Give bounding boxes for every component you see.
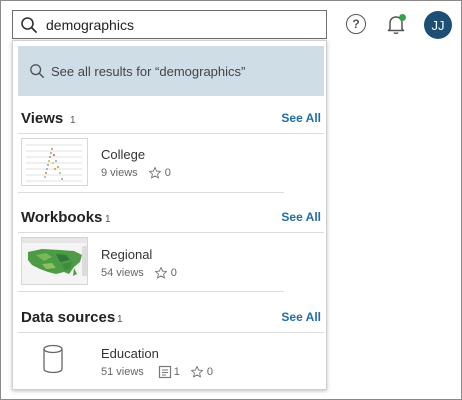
item-separator	[18, 192, 284, 193]
item-title: Education	[101, 346, 159, 361]
result-item-education[interactable]: Education 51 views 1 0	[13, 334, 328, 392]
workbooks-see-all-link[interactable]: See All	[281, 210, 321, 224]
section-title: Data sources	[21, 309, 116, 326]
section-count: 1	[117, 314, 123, 325]
section-data-sources-header: Data sources 1 See All	[13, 306, 328, 332]
item-title: College	[101, 147, 146, 162]
view-count: 9 views	[101, 167, 138, 179]
favorite-count: 0	[148, 166, 171, 180]
workbook-thumbnail	[21, 237, 88, 285]
item-separator	[18, 291, 284, 292]
result-item-college[interactable]: College 9 views 0	[13, 135, 328, 193]
favorite-count: 0	[190, 365, 213, 379]
search-results-dropdown: See all results for “demographics” Views…	[12, 40, 327, 390]
search-input[interactable]	[46, 16, 306, 33]
database-icon	[43, 344, 63, 374]
sheet-count-value: 1	[173, 366, 180, 378]
star-icon	[190, 365, 203, 378]
divider	[18, 232, 324, 233]
search-box[interactable]	[12, 10, 327, 39]
item-meta: 9 views 0	[101, 166, 171, 180]
view-thumbnail	[21, 138, 88, 186]
app-window: ? JJ See all results for “demographics” …	[0, 0, 462, 400]
see-all-results-label: See all results for “demographics”	[51, 63, 246, 79]
avatar[interactable]: JJ	[424, 11, 452, 39]
section-count: 1	[105, 214, 111, 225]
star-icon	[154, 266, 167, 279]
favorite-count: 0	[154, 266, 177, 280]
item-meta: 54 views 0	[101, 266, 177, 280]
help-button[interactable]: ?	[346, 14, 366, 34]
star-icon	[148, 166, 161, 179]
section-views-header: Views 1 See All	[13, 107, 328, 133]
section-workbooks-header: Workbooks 1 See All	[13, 206, 328, 232]
divider	[18, 332, 324, 333]
section-title: Workbooks	[21, 209, 103, 226]
divider	[18, 133, 324, 134]
notification-dot	[399, 14, 406, 21]
item-meta: 51 views 1 0	[101, 365, 213, 379]
section-title: Views	[21, 110, 64, 127]
data-sources-see-all-link[interactable]: See All	[281, 310, 321, 324]
sheet-count: 1	[158, 365, 180, 379]
section-count: 1	[70, 115, 76, 126]
favorite-count-value: 0	[206, 366, 214, 378]
sheet-icon	[158, 365, 171, 379]
search-icon	[30, 64, 44, 78]
see-all-results-button[interactable]: See all results for “demographics”	[18, 46, 324, 96]
help-icon: ?	[352, 17, 360, 31]
avatar-initials: JJ	[431, 17, 445, 33]
views-see-all-link[interactable]: See All	[281, 111, 321, 125]
view-count: 54 views	[101, 267, 144, 279]
favorite-count-value: 0	[164, 167, 171, 179]
notifications-button[interactable]	[384, 12, 408, 36]
result-item-regional[interactable]: Regional 54 views 0	[13, 234, 328, 292]
favorite-count-value: 0	[170, 267, 177, 279]
item-title: Regional	[101, 247, 153, 262]
view-count: 51 views	[101, 366, 144, 378]
search-icon	[21, 16, 37, 33]
